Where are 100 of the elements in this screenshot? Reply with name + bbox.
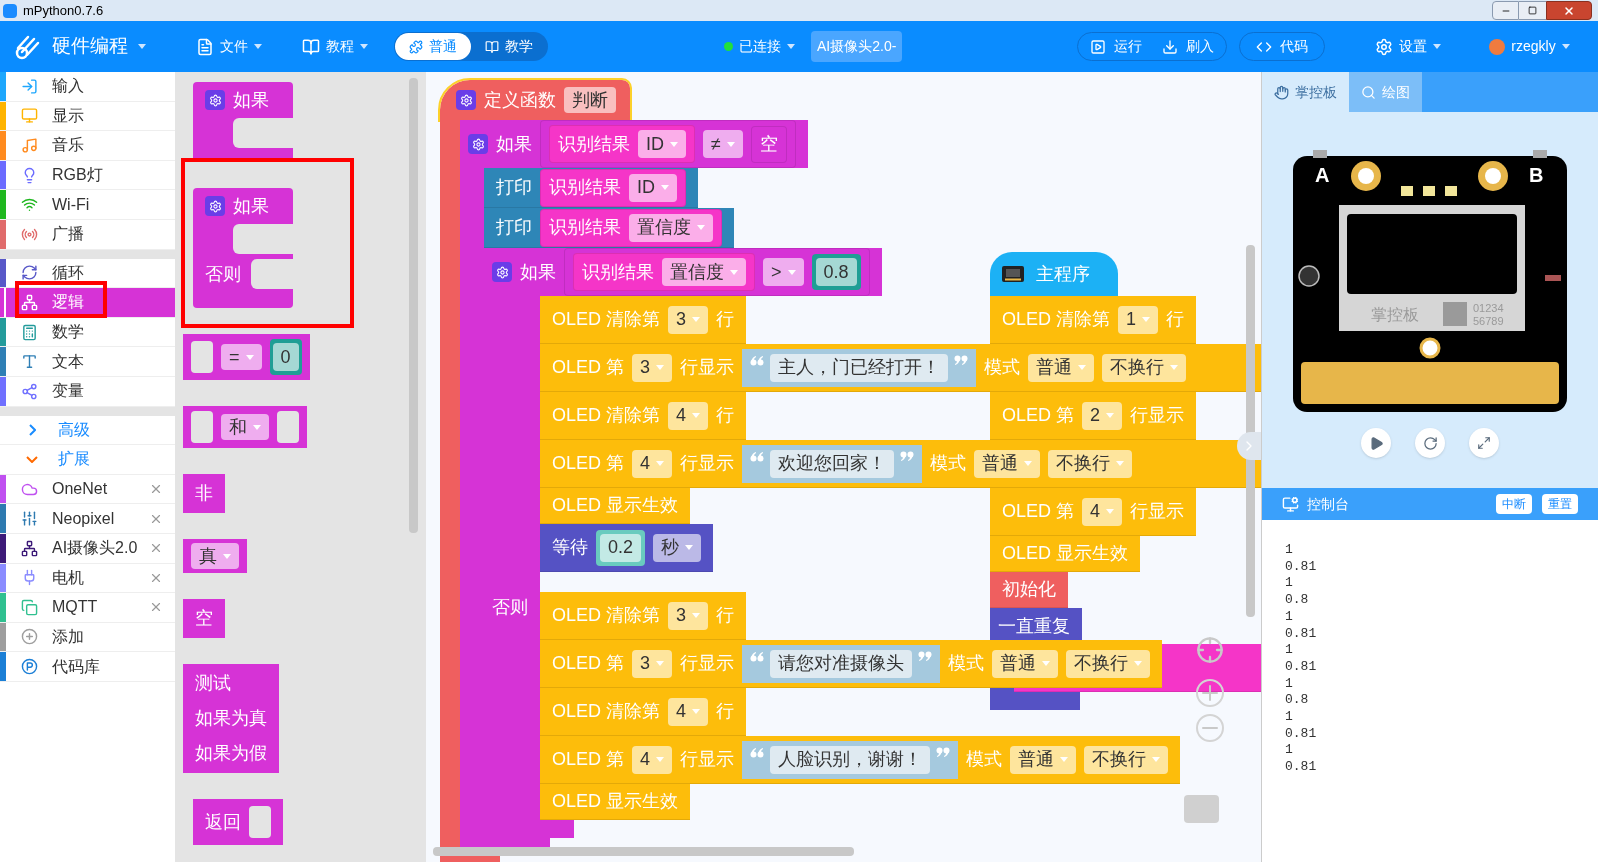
logic-block[interactable]: 和 (183, 406, 307, 448)
compare-block[interactable]: = 0 (183, 334, 310, 380)
caret-icon (656, 461, 665, 466)
zoom-out-icon[interactable] (1196, 714, 1224, 742)
maximize-button[interactable] (1519, 1, 1546, 20)
dropdown[interactable]: 4 (632, 449, 673, 478)
category-item[interactable]: 音乐 (0, 131, 175, 161)
category-item[interactable]: AI摄像头2.0 (0, 533, 175, 564)
category-item[interactable]: 文本 (0, 347, 175, 377)
dropdown[interactable]: 不换行 (1102, 353, 1187, 382)
if-block[interactable]: 如果 否则 (193, 188, 293, 308)
text-field[interactable]: 主人，门已经打开！ (770, 353, 949, 382)
dropdown[interactable]: ID (638, 130, 686, 158)
logic-block[interactable]: 空 (183, 599, 225, 638)
close-button[interactable] (1546, 1, 1592, 20)
scrollbar[interactable] (433, 847, 854, 856)
caret-icon (697, 225, 705, 230)
category-item[interactable]: 输入 (0, 72, 175, 102)
console-button[interactable]: 中断 (1496, 494, 1532, 514)
dropdown[interactable]: 不换行 (1048, 449, 1133, 478)
dropdown[interactable]: 置信度 (662, 258, 746, 286)
caret-icon (1561, 44, 1570, 49)
scrollbar[interactable] (409, 78, 418, 533)
block-label: 否则 (492, 597, 528, 617)
number-field[interactable]: 0 (272, 343, 299, 371)
dropdown[interactable]: 普通 (1010, 745, 1077, 774)
caret-icon (245, 354, 254, 360)
book-icon (302, 37, 320, 56)
name-field[interactable]: 判断 (564, 87, 616, 113)
mode-tab[interactable]: 教学 (471, 33, 547, 60)
play-button[interactable] (1361, 428, 1391, 458)
dropdown[interactable]: 3 (632, 649, 673, 678)
dropdown[interactable]: 不换行 (1084, 745, 1169, 774)
logic-block[interactable]: 测试 如果为真 如果为假 (183, 664, 279, 773)
fullscreen-button[interactable] (1469, 428, 1499, 458)
dropdown[interactable]: 4 (1082, 497, 1123, 526)
block-label: 行 (716, 404, 735, 427)
caret-icon (1106, 413, 1115, 418)
dropdown[interactable]: 秒 (653, 533, 702, 562)
dropdown[interactable]: 4 (632, 745, 673, 774)
block-label: OLED 第 (552, 356, 625, 379)
category-item[interactable]: 广播 (0, 219, 175, 250)
quote-icon (954, 354, 969, 367)
text-field[interactable]: 请您对准摄像头 (770, 649, 913, 678)
number-field[interactable]: 0.8 (815, 258, 857, 286)
console-line: 1 (1285, 642, 1294, 659)
console-button[interactable]: 重置 (1542, 494, 1578, 514)
category-item[interactable]: 添加 (0, 622, 175, 653)
logic-block[interactable]: 非 (183, 474, 225, 513)
dropdown[interactable]: 普通 (1028, 353, 1095, 382)
category-item[interactable]: RGB灯 (0, 160, 175, 191)
number-field[interactable]: 0.2 (600, 533, 642, 562)
scrollbar[interactable] (1246, 245, 1255, 617)
block-label: 行显示 (680, 748, 735, 771)
block-label: 识别结果 (558, 132, 630, 156)
dropdown[interactable]: = (221, 344, 262, 370)
caret-icon (223, 553, 231, 559)
dropdown[interactable]: 普通 (992, 649, 1059, 678)
boolean-block[interactable]: 真 (183, 539, 247, 573)
block-socket (251, 259, 293, 289)
console-line: 0.8 (1285, 692, 1310, 710)
category-item[interactable]: 循环 (0, 258, 175, 289)
minimize-button[interactable] (1492, 1, 1519, 20)
dropdown[interactable]: ≠ (703, 130, 743, 158)
category-item[interactable]: OneNet (0, 474, 175, 505)
dropdown[interactable]: 2 (1082, 401, 1123, 430)
dropdown[interactable]: ID (629, 173, 677, 202)
category-item[interactable]: 变量 (0, 376, 175, 407)
dropdown[interactable]: 真 (191, 543, 239, 569)
dropdown[interactable]: 置信度 (629, 213, 713, 242)
recenter-icon[interactable] (1196, 636, 1224, 664)
category-item[interactable]: Wi-Fi (0, 190, 175, 220)
reset-button[interactable] (1415, 428, 1445, 458)
category-item[interactable]: Neopixel (0, 504, 175, 534)
close-icon[interactable] (149, 482, 163, 496)
dropdown[interactable]: 3 (668, 601, 709, 630)
text-field[interactable]: 欢迎您回家！ (770, 449, 895, 478)
dropdown[interactable]: 不换行 (1066, 649, 1151, 678)
zoom-in-icon[interactable] (1196, 679, 1224, 707)
category-item[interactable]: MQTT (0, 593, 175, 623)
caret-icon (656, 365, 665, 370)
dropdown[interactable]: 3 (632, 353, 673, 382)
category-item[interactable]: 数学 (0, 317, 175, 348)
text-field[interactable]: 人脸识别，谢谢！ (770, 745, 931, 774)
caret-icon (1116, 461, 1125, 466)
dropdown[interactable]: 3 (668, 305, 709, 334)
dropdown[interactable]: 1 (1118, 305, 1159, 334)
dropdown[interactable]: > (763, 258, 804, 286)
return-block[interactable]: 返回 (193, 799, 283, 845)
category-item[interactable]: 显示 (0, 101, 175, 132)
dropdown[interactable]: 普通 (974, 449, 1041, 478)
dropdown[interactable]: 和 (221, 414, 269, 440)
dropdown[interactable]: 4 (668, 401, 709, 430)
panel-tab[interactable]: 掌控板 (1262, 72, 1349, 112)
category-item[interactable]: 代码库 (0, 652, 175, 682)
block-label: 如果 (233, 194, 269, 218)
category-item[interactable]: 电机 (0, 563, 175, 594)
collapse-button[interactable] (1237, 432, 1261, 460)
dropdown[interactable]: 4 (668, 697, 709, 726)
block-label: 识别结果 (549, 176, 621, 199)
